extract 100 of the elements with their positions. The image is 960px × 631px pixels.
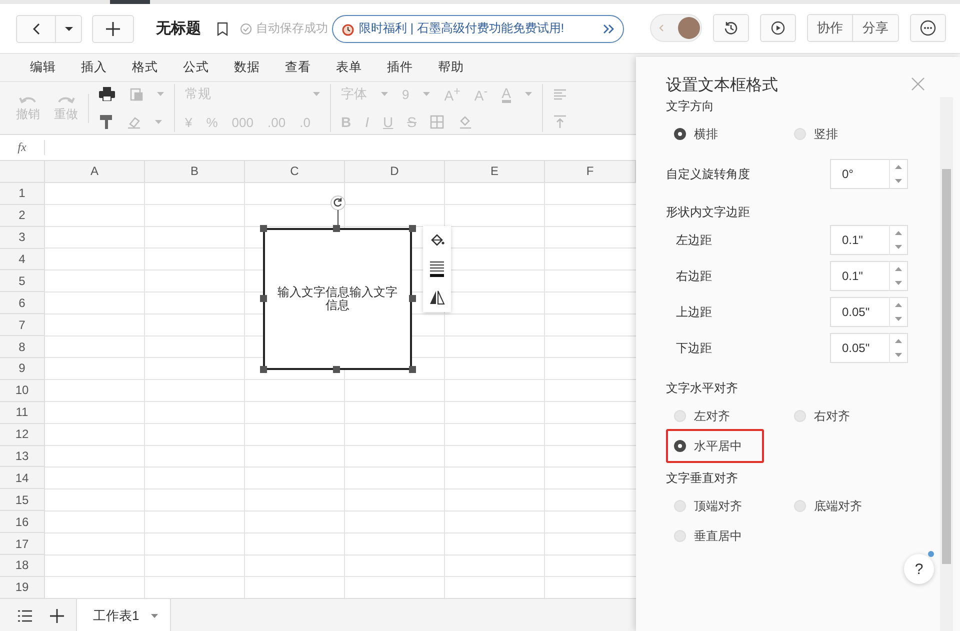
row-header[interactable]: 6 — [0, 292, 45, 314]
column-header[interactable]: E — [445, 161, 545, 183]
menu-item[interactable]: 查看 — [285, 59, 336, 76]
number-field[interactable]: 0.1" — [830, 225, 890, 255]
radio-option[interactable]: 竖排 — [786, 117, 846, 151]
up-arrow-icon[interactable] — [895, 303, 902, 307]
eraser-icon[interactable] — [127, 115, 141, 129]
row-header[interactable]: 2 — [0, 204, 45, 227]
up-arrow-icon[interactable] — [895, 231, 902, 235]
new-button[interactable] — [92, 14, 134, 42]
up-arrow-icon[interactable] — [895, 165, 902, 169]
menu-item[interactable]: 格式 — [132, 59, 183, 76]
number-field[interactable]: 0° — [830, 159, 890, 189]
bookmark-icon[interactable] — [217, 22, 228, 36]
number-field[interactable]: 0.05" — [830, 333, 890, 363]
up-arrow-icon[interactable] — [895, 267, 902, 271]
column-header[interactable]: B — [145, 161, 245, 183]
plus-icon[interactable] — [50, 608, 64, 622]
flip-icon[interactable] — [429, 290, 445, 306]
column-header[interactable]: A — [45, 161, 145, 183]
column-header[interactable]: F — [545, 161, 636, 183]
up-arrow-icon[interactable] — [895, 339, 902, 343]
row-header[interactable]: 1 — [0, 182, 45, 205]
dropdown-button[interactable] — [56, 14, 82, 42]
radio-option[interactable]: 右对齐 — [786, 399, 858, 433]
align-top-icon[interactable] — [552, 115, 567, 129]
promo-banner[interactable]: 限时福利 | 石墨高级付费功能免费试用! — [332, 14, 624, 42]
resize-handle[interactable] — [260, 366, 267, 373]
row-header[interactable]: 13 — [0, 446, 45, 468]
down-arrow-icon[interactable] — [895, 281, 902, 285]
menu-item[interactable]: 帮助 — [438, 59, 489, 76]
row-header[interactable]: 7 — [0, 314, 45, 336]
row-header[interactable]: 8 — [0, 336, 45, 358]
format-painter-icon[interactable] — [99, 115, 113, 129]
stepper[interactable] — [890, 333, 908, 363]
number-field[interactable]: 0.1" — [830, 261, 890, 291]
resize-handle[interactable] — [333, 225, 340, 232]
down-arrow-icon[interactable] — [895, 353, 902, 357]
resize-handle[interactable] — [409, 366, 416, 373]
resize-handle[interactable] — [409, 295, 416, 302]
scrollbar[interactable] — [940, 97, 953, 631]
row-header[interactable]: 18 — [0, 555, 45, 577]
header-button[interactable]: 分享 — [853, 14, 899, 42]
more-button[interactable] — [910, 14, 946, 42]
fill-color-icon[interactable] — [458, 115, 472, 129]
menu-item[interactable]: 公式 — [183, 59, 234, 76]
borders-icon[interactable] — [430, 115, 444, 129]
help-button[interactable]: ? — [904, 554, 934, 584]
row-header[interactable]: 19 — [0, 576, 45, 599]
menu-item[interactable]: 插件 — [387, 59, 438, 76]
radio-option[interactable]: 横排 — [666, 117, 726, 151]
row-header[interactable]: 10 — [0, 380, 45, 402]
resize-handle[interactable] — [260, 225, 267, 232]
row-header[interactable]: 9 — [0, 358, 45, 380]
stepper[interactable] — [890, 297, 908, 327]
text-box-shape[interactable]: 输入文字信息输入文字信息 — [263, 228, 412, 370]
row-header[interactable]: 14 — [0, 467, 45, 490]
rotate-handle-icon[interactable] — [330, 195, 346, 227]
row-header[interactable]: 4 — [0, 248, 45, 270]
row-header[interactable]: 15 — [0, 489, 45, 512]
number-field[interactable]: 0.05" — [830, 297, 890, 327]
clipboard-icon[interactable] — [129, 87, 143, 101]
radio-option[interactable]: 底端对齐 — [786, 489, 870, 523]
close-icon[interactable] — [911, 77, 925, 91]
row-header[interactable]: 11 — [0, 402, 45, 424]
row-header[interactable]: 3 — [0, 226, 45, 249]
resize-handle[interactable] — [409, 225, 416, 232]
menu-item[interactable]: 编辑 — [30, 59, 81, 76]
stepper[interactable] — [890, 225, 908, 255]
play-button[interactable] — [760, 14, 796, 42]
row-header[interactable]: 17 — [0, 533, 45, 556]
radio-option[interactable]: 水平居中 — [666, 429, 764, 463]
sheet-tab[interactable]: 工作表1 — [76, 599, 172, 631]
print-icon[interactable] — [99, 87, 115, 101]
row-header[interactable]: 16 — [0, 511, 45, 534]
down-arrow-icon[interactable] — [895, 245, 902, 249]
row-header[interactable]: 5 — [0, 270, 45, 292]
menu-item[interactable]: 数据 — [234, 59, 285, 76]
list-icon[interactable] — [18, 610, 32, 622]
align-left-icon[interactable] — [552, 87, 567, 101]
column-header[interactable]: D — [345, 161, 445, 183]
menu-item[interactable]: 表单 — [336, 59, 387, 76]
resize-handle[interactable] — [333, 366, 340, 373]
fill-bucket-icon[interactable] — [429, 232, 445, 248]
history-button[interactable] — [713, 14, 749, 42]
back-button[interactable] — [16, 14, 56, 42]
section-label: 形状内文字边距 — [666, 204, 751, 220]
column-header[interactable]: C — [245, 161, 345, 183]
browser-tab-indicator — [110, 0, 150, 4]
down-arrow-icon[interactable] — [895, 179, 902, 183]
header-button[interactable]: 协作 — [807, 14, 853, 42]
menu-item[interactable]: 插入 — [81, 59, 132, 76]
down-arrow-icon[interactable] — [895, 317, 902, 321]
collaborators-button[interactable] — [650, 14, 702, 42]
resize-handle[interactable] — [260, 295, 267, 302]
user-avatar[interactable] — [678, 17, 700, 39]
row-header[interactable]: 12 — [0, 424, 45, 446]
stepper[interactable] — [890, 159, 908, 189]
stepper[interactable] — [890, 261, 908, 291]
line-style-icon[interactable] — [429, 260, 445, 278]
